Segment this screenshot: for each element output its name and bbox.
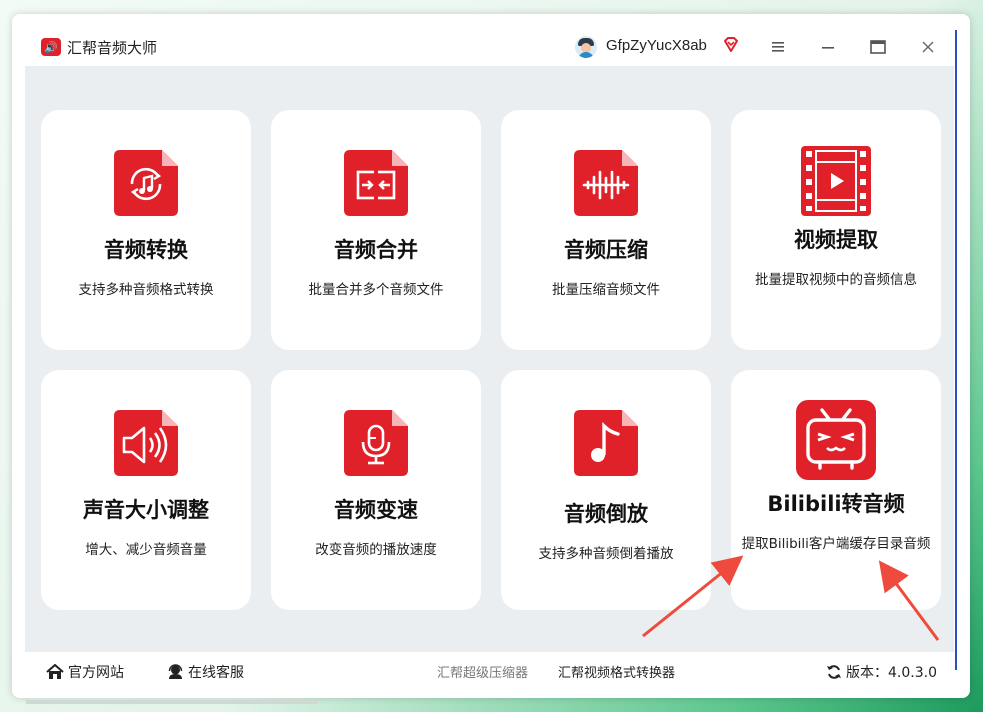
card-title: 音频压缩 (564, 238, 648, 262)
refresh-icon (827, 665, 841, 679)
card-title: 音频转换 (104, 238, 188, 262)
home-icon (46, 664, 64, 679)
maximize-icon (870, 40, 886, 54)
window-edge-line (955, 30, 957, 670)
card-title: 视频提取 (794, 228, 878, 252)
online-support-link[interactable]: 在线客服 (167, 662, 244, 682)
card-video-extract[interactable]: 视频提取 批量提取视频中的音频信息 (731, 110, 941, 350)
official-website-link[interactable]: 官方网站 (46, 662, 124, 682)
audio-compress-icon (574, 150, 638, 216)
close-button[interactable] (917, 36, 939, 58)
card-title: 声音大小调整 (83, 498, 209, 522)
user-avatar[interactable] (575, 36, 597, 58)
version-info[interactable]: 版本：4.0.3.0 (826, 662, 937, 682)
hamburger-icon (772, 42, 784, 52)
card-audio-merge[interactable]: 音频合并 批量合并多个音频文件 (271, 110, 481, 350)
card-desc: 改变音频的播放速度 (315, 542, 437, 558)
taskbar-strip (26, 700, 318, 704)
audio-merge-icon (344, 150, 408, 216)
version-label: 版本：4.0.3.0 (846, 665, 937, 681)
minimize-button[interactable] (817, 36, 839, 58)
volume-adjust-icon (114, 410, 178, 476)
title-bar: 🔊 汇帮音频大师 GfpZyYucX8ab (12, 14, 970, 66)
card-title: 音频合并 (334, 238, 418, 262)
minimize-icon (822, 47, 834, 49)
card-audio-reverse[interactable]: 音频倒放 支持多种音频倒着播放 (501, 370, 711, 610)
audio-reverse-icon (574, 410, 638, 476)
super-compressor-link[interactable]: 汇帮超级压缩器 (437, 662, 528, 681)
card-audio-speed[interactable]: 音频变速 改变音频的播放速度 (271, 370, 481, 610)
card-title: 音频变速 (334, 498, 418, 522)
feature-grid: 音频转换 支持多种音频格式转换 音频合并 批量合并多个音频文件 音频压缩 批量压… (25, 66, 954, 652)
card-desc: 支持多种音频倒着播放 (538, 546, 674, 562)
card-desc: 支持多种音频格式转换 (78, 282, 214, 298)
super-compressor-label: 汇帮超级压缩器 (437, 666, 529, 681)
card-bilibili-audio[interactable]: Bilibili转音频 提取Bilibili客户端缓存目录音频 (731, 370, 941, 610)
card-desc: 批量提取视频中的音频信息 (755, 272, 917, 288)
headset-icon (168, 664, 183, 679)
video-extract-icon (801, 146, 871, 216)
card-desc: 提取Bilibili客户端缓存目录音频 (741, 536, 931, 552)
app-title: 汇帮音频大师 (67, 39, 158, 57)
username[interactable]: GfpZyYucX8ab (606, 37, 707, 54)
app-logo-icon: 🔊 (41, 38, 61, 56)
online-support-label: 在线客服 (188, 665, 244, 681)
footer-bar: 官方网站 在线客服 汇帮超级压缩器 汇帮视频格式转换器 版本：4.0.3.0 (12, 652, 970, 698)
vip-diamond-icon[interactable] (722, 36, 740, 54)
audio-convert-icon (114, 150, 178, 216)
card-audio-convert[interactable]: 音频转换 支持多种音频格式转换 (41, 110, 251, 350)
card-desc: 批量压缩音频文件 (552, 282, 660, 298)
video-converter-link[interactable]: 汇帮视频格式转换器 (558, 662, 675, 681)
video-converter-label: 汇帮视频格式转换器 (558, 666, 676, 681)
audio-speed-icon (344, 410, 408, 476)
card-desc: 增大、减少音频音量 (85, 542, 207, 558)
card-desc: 批量合并多个音频文件 (308, 282, 444, 298)
card-title: Bilibili转音频 (767, 492, 905, 516)
maximize-button[interactable] (867, 36, 889, 58)
card-volume-adjust[interactable]: 声音大小调整 增大、减少音频音量 (41, 370, 251, 610)
bilibili-tv-icon (796, 400, 876, 480)
close-icon (922, 41, 934, 53)
official-website-label: 官方网站 (68, 665, 124, 681)
card-title: 音频倒放 (564, 502, 648, 526)
card-audio-compress[interactable]: 音频压缩 批量压缩音频文件 (501, 110, 711, 350)
app-window: 🔊 汇帮音频大师 GfpZyYucX8ab 音频转换 支持多种音频格式转换 音频… (12, 14, 970, 698)
menu-button[interactable] (767, 36, 789, 58)
